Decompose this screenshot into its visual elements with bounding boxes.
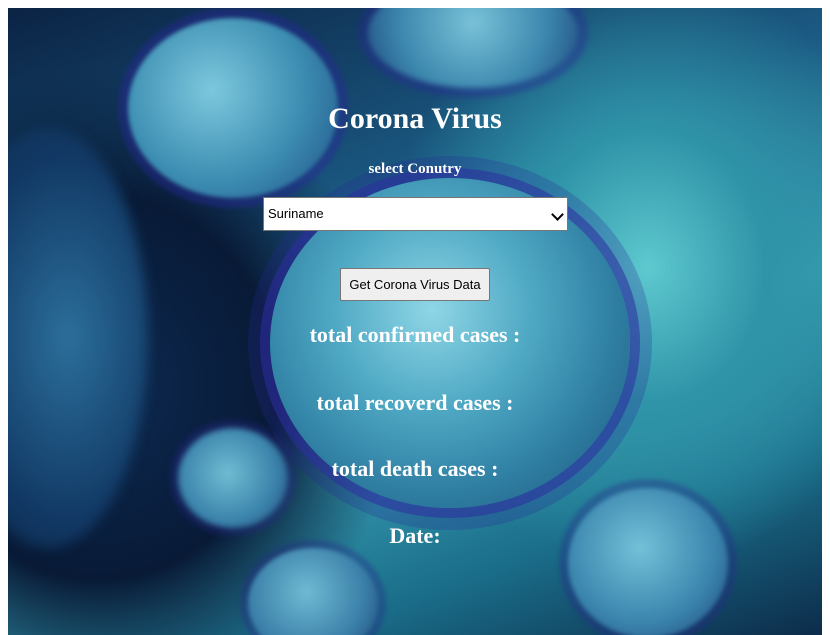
country-select-value: Suriname	[268, 206, 324, 221]
select-country-label: select Conutry	[368, 161, 462, 177]
get-data-button[interactable]: Get Corona Virus Data	[340, 268, 490, 301]
page-title: Corona Virus	[328, 102, 502, 135]
total-recovered-cases: total recoverd cases :	[316, 390, 514, 415]
country-select[interactable]: Suriname	[263, 197, 568, 231]
total-death-cases: total death cases :	[331, 456, 499, 481]
main-content: Corona Virus select Conutry Suriname Get…	[0, 0, 830, 635]
chevron-down-icon	[551, 208, 564, 221]
date-label: Date:	[389, 523, 441, 548]
total-confirmed-cases: total confirmed cases :	[309, 322, 521, 347]
